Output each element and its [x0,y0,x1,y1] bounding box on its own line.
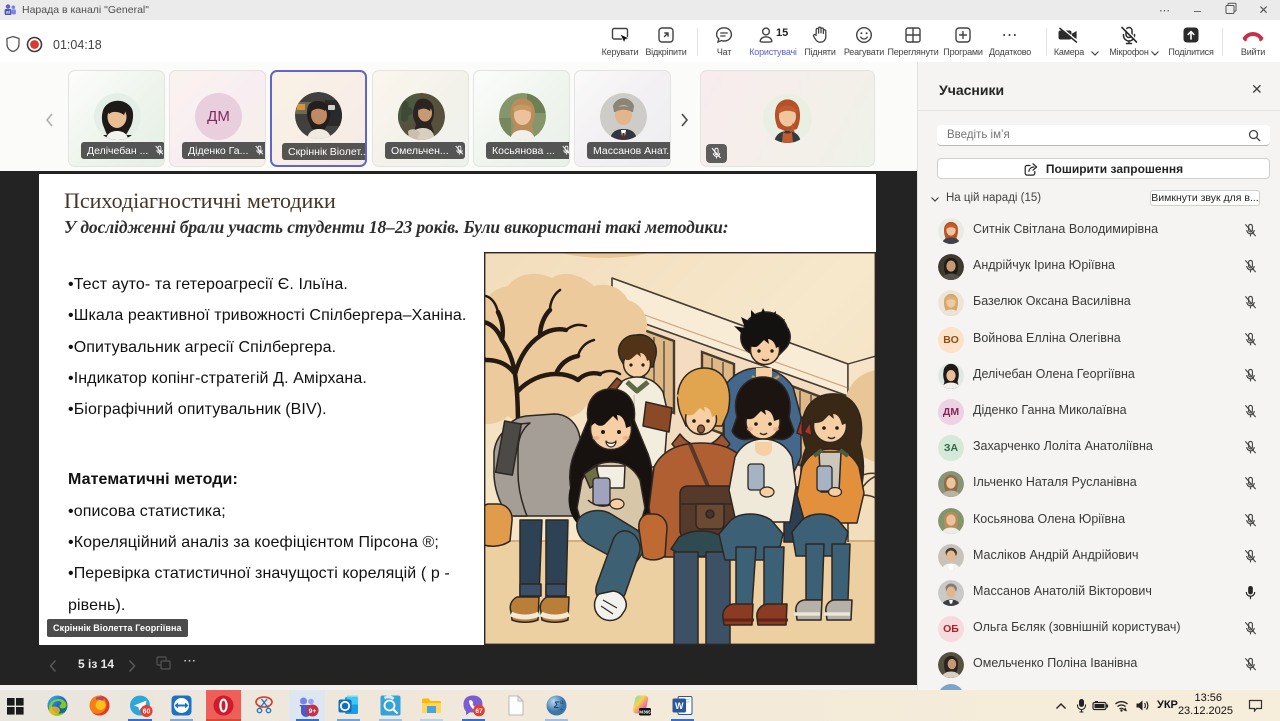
svg-text:60: 60 [143,709,151,716]
svg-text:W: W [675,701,684,711]
svg-text:M365: M365 [639,709,651,714]
svg-text:ai: ai [6,10,10,16]
svg-text:Σ: Σ [553,700,560,710]
svg-text:α: α [560,700,564,706]
svg-text:67: 67 [475,708,483,715]
svg-text:9+: 9+ [309,708,317,715]
svg-text:15: 15 [776,27,788,39]
